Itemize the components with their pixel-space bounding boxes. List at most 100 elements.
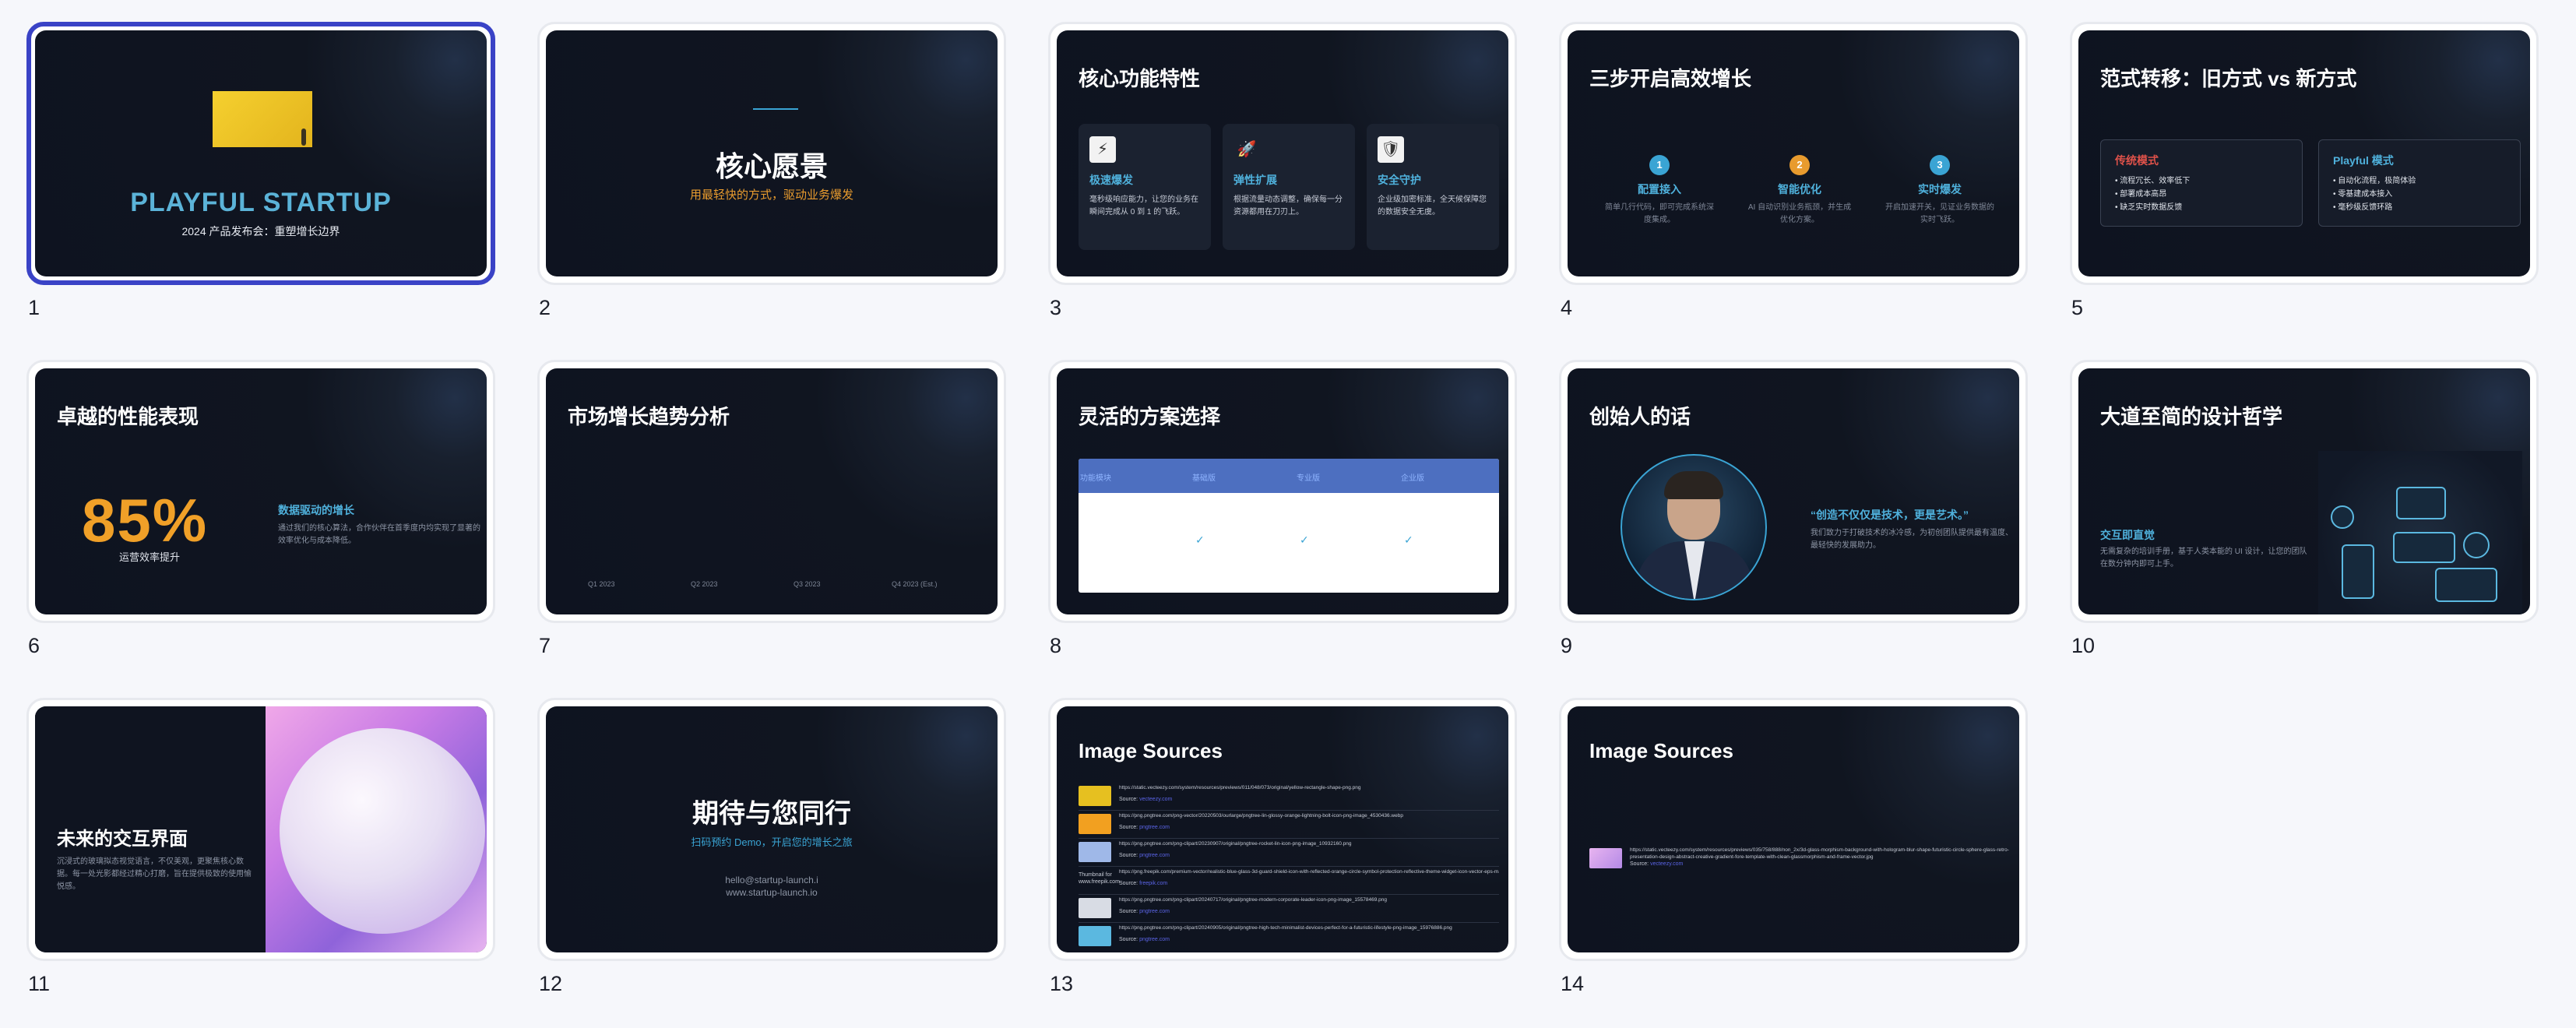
source-link[interactable]: pngtree.com [1139, 825, 1170, 830]
column-header: 基础版 [1192, 474, 1216, 483]
step-number-badge: 1 [1649, 155, 1670, 175]
slide-title: 三步开启高效增长 [1589, 67, 1752, 90]
slide-card-14[interactable]: Image Sources https://static.vecteezy.co… [1559, 698, 2028, 995]
section-desc: 无需复杂的培训手册，基于人类本能的 UI 设计，让您的团队在数分钟内即可上手。 [2100, 547, 2307, 569]
slide-card-8[interactable]: 灵活的方案选择 功能模块 基础版 专业版 企业版 ✓ ✓ ✓ 8 [1048, 360, 1517, 657]
source-link[interactable]: pngtree.com [1139, 937, 1170, 942]
slide-title: 核心功能特性 [1079, 67, 1201, 90]
slide-number: 5 [2071, 296, 2084, 319]
tablet-device [2396, 487, 2446, 519]
slide-card-11[interactable]: 未来的交互界面 沉浸式的玻璃拟态视觉语言，不仅美观，更聚焦核心数据。每一处光影都… [26, 698, 495, 995]
source-url: https://static.vecteezy.com/system/resou… [1630, 847, 2009, 860]
slide-card-10[interactable]: 大道至简的设计哲学 交互即直觉 无需复杂的培训手册，基于人类本能的 UI 设计，… [2070, 360, 2539, 657]
box-heading: Playful 模式 [2333, 154, 2394, 167]
feature-card: 🛡 安全守护 企业级加密标准，全天候保障您的数据安全无虞。 [1367, 124, 1499, 250]
slide-thumbnail-5[interactable]: 范式转移：旧方式 vs 新方式 传统模式 • 流程冗长、效率低下 • 部署成本高… [2070, 22, 2539, 285]
founder-desc: 我们致力于打破技术的冰冷感，为初创团队提供最有温度、最轻快的发展助力。 [1811, 529, 2013, 550]
slide-canvas: Image Sources https://static.vecteezy.co… [1568, 706, 2019, 952]
slide-thumbnail-4[interactable]: 三步开启高效增长 1 配置接入 简单几行代码，即可完成系统深度集成。 2 智能优… [1559, 22, 2028, 285]
source-thumbnail [1589, 848, 1622, 868]
feature-desc: 企业级加密标准，全天候保障您的数据安全无虞。 [1378, 195, 1487, 217]
table-header: 功能模块 基础版 专业版 企业版 [1079, 459, 1499, 493]
list-item: • 毫秒级反馈环路 [2333, 203, 2393, 212]
check-icon: ✓ [1195, 533, 1205, 546]
slide-thumbnail-8[interactable]: 灵活的方案选择 功能模块 基础版 专业版 企业版 ✓ ✓ ✓ [1048, 360, 1517, 623]
slide-card-7[interactable]: 市场增长趋势分析 Q1 2023 Q2 2023 Q3 2023 Q4 2023… [537, 360, 1006, 657]
slide-number: 10 [2071, 634, 2096, 657]
source-link[interactable]: pngtree.com [1139, 909, 1170, 914]
feature-heading: 安全守护 [1378, 174, 1421, 186]
section-desc: 沉浸式的玻璃拟态视觉语言，不仅美观，更聚焦核心数据。每一处光影都经过精心打磨，旨… [57, 857, 252, 891]
laptop-device [2435, 568, 2497, 602]
list-item: • 流程冗长、效率低下 [2115, 177, 2191, 185]
source-link[interactable]: freepik.com [1139, 881, 1167, 886]
lightning-icon: ⚡ [1089, 136, 1116, 163]
slide-card-12[interactable]: 期待与您同行 扫码预约 Demo，开启您的增长之旅 hello@startup-… [537, 698, 1006, 995]
new-way-box: Playful 模式 • 自动化流程，极简体验 • 零基建成本接入 • 毫秒级反… [2318, 139, 2521, 227]
slide-canvas: Image Sources https://static.vecteezy.co… [1057, 706, 1508, 952]
slide-thumbnail-2[interactable]: 核心愿景 用最轻快的方式，驱动业务爆发 [537, 22, 1006, 285]
axis-label: Q4 2023 (Est.) [892, 580, 938, 588]
source-url: https://static.vecteezy.com/system/resou… [1119, 785, 1361, 790]
slide-number: 12 [539, 972, 563, 995]
source-link[interactable]: vecteezy.com [1650, 861, 1683, 867]
slide-canvas: 大道至简的设计哲学 交互即直觉 无需复杂的培训手册，基于人类本能的 UI 设计，… [2078, 368, 2530, 614]
source-link[interactable]: pngtree.com [1139, 853, 1170, 858]
slide-card-6[interactable]: 卓越的性能表现 85% 运营效率提升 数据驱动的增长 通过我们的核心算法，合作伙… [26, 360, 495, 657]
slide-number: 2 [539, 296, 551, 319]
source-link[interactable]: vecteezy.com [1139, 797, 1172, 802]
slide-thumbnail-6[interactable]: 卓越的性能表现 85% 运营效率提升 数据驱动的增长 通过我们的核心算法，合作伙… [26, 360, 495, 623]
source-row: https://png.pngtree.com/png-clipart/2023… [1079, 839, 1499, 867]
speaker-device [2463, 532, 2490, 558]
slide-thumbnail-14[interactable]: Image Sources https://static.vecteezy.co… [1559, 698, 2028, 961]
slide-thumbnail-10[interactable]: 大道至简的设计哲学 交互即直觉 无需复杂的培训手册，基于人类本能的 UI 设计，… [2070, 360, 2539, 623]
slide-thumbnail-7[interactable]: 市场增长趋势分析 Q1 2023 Q2 2023 Q3 2023 Q4 2023… [537, 360, 1006, 623]
step-number-badge: 2 [1789, 155, 1810, 175]
slide-number: 1 [28, 296, 40, 319]
check-icon: ✓ [1404, 533, 1413, 546]
slide-thumbnail-1[interactable]: PLAYFUL STARTUP 2024 产品发布会：重塑增长边界 [26, 22, 495, 285]
slide-canvas: 市场增长趋势分析 Q1 2023 Q2 2023 Q3 2023 Q4 2023… [546, 368, 998, 614]
step-heading: 智能优化 [1778, 183, 1821, 195]
slide-number: 8 [1050, 634, 1062, 657]
slide-card-1[interactable]: PLAYFUL STARTUP 2024 产品发布会：重塑增长边界 1 [26, 22, 495, 319]
glass-orb-image [266, 706, 487, 952]
slide-thumbnail-11[interactable]: 未来的交互界面 沉浸式的玻璃拟态视觉语言，不仅美观，更聚焦核心数据。每一处光影都… [26, 698, 495, 961]
slide-card-13[interactable]: Image Sources https://static.vecteezy.co… [1048, 698, 1517, 995]
slide-canvas: 未来的交互界面 沉浸式的玻璃拟态视觉语言，不仅美观，更聚焦核心数据。每一处光影都… [35, 706, 487, 952]
slide-canvas: 创始人的话 “创造不仅仅是技术，更是艺术。” 我们致力于打破技术的冰冷感，为初创… [1568, 368, 2019, 614]
slide-thumbnail-13[interactable]: Image Sources https://static.vecteezy.co… [1048, 698, 1517, 961]
feature-heading: 极速爆发 [1089, 174, 1133, 186]
slide-number: 4 [1561, 296, 1573, 319]
slide-subtitle: 2024 产品发布会：重塑增长边界 [181, 225, 340, 238]
column-header: 企业版 [1401, 474, 1424, 483]
slide-number: 7 [539, 634, 551, 657]
slide-title: Image Sources [1589, 739, 1733, 762]
slide-card-3[interactable]: 核心功能特性 ⚡ 极速爆发 毫秒级响应能力，让您的业务在瞬间完成从 0 到 1 … [1048, 22, 1517, 319]
check-icon: ✓ [1300, 533, 1309, 546]
slide-card-9[interactable]: 创始人的话 “创造不仅仅是技术，更是艺术。” 我们致力于打破技术的冰冷感，为初创… [1559, 360, 2028, 657]
slide-canvas: 范式转移：旧方式 vs 新方式 传统模式 • 流程冗长、效率低下 • 部署成本高… [2078, 30, 2530, 276]
slide-title: 未来的交互界面 [57, 829, 188, 850]
source-label: Source: vecteezy.com [1119, 797, 1173, 802]
slide-card-5[interactable]: 范式转移：旧方式 vs 新方式 传统模式 • 流程冗长、效率低下 • 部署成本高… [2070, 22, 2539, 319]
accent-divider [753, 108, 798, 110]
column-header: 功能模块 [1080, 474, 1111, 483]
slide-card-2[interactable]: 核心愿景 用最轻快的方式，驱动业务爆发 2 [537, 22, 1006, 319]
slide-number: 14 [1561, 972, 1585, 995]
step-item: 3 实时爆发 开启加速开关，见证业务数据的实时飞跃。 [1885, 155, 1994, 227]
slide-card-4[interactable]: 三步开启高效增长 1 配置接入 简单几行代码，即可完成系统深度集成。 2 智能优… [1559, 22, 2028, 319]
slide-thumbnail-3[interactable]: 核心功能特性 ⚡ 极速爆发 毫秒级响应能力，让您的业务在瞬间完成从 0 到 1 … [1048, 22, 1517, 285]
source-thumbnail [1079, 814, 1111, 834]
rocket-icon: 🚀 [1237, 141, 1257, 158]
slide-thumbnail-9[interactable]: 创始人的话 “创造不仅仅是技术，更是艺术。” 我们致力于打破技术的冰冷感，为初创… [1559, 360, 2028, 623]
source-label: Source: pngtree.com [1119, 937, 1170, 942]
slide-title: 创始人的话 [1589, 405, 1691, 428]
list-item: • 缺乏实时数据反馈 [2115, 203, 2183, 212]
slide-title: 灵活的方案选择 [1079, 405, 1221, 428]
slide-thumbnail-12[interactable]: 期待与您同行 扫码预约 Demo，开启您的增长之旅 hello@startup-… [537, 698, 1006, 961]
slide-number: 3 [1050, 296, 1062, 319]
slide-title: 期待与您同行 [692, 799, 851, 829]
feature-desc: 毫秒级响应能力，让您的业务在瞬间完成从 0 到 1 的飞跃。 [1089, 195, 1198, 217]
source-label: Source: freepik.com [1119, 881, 1168, 886]
